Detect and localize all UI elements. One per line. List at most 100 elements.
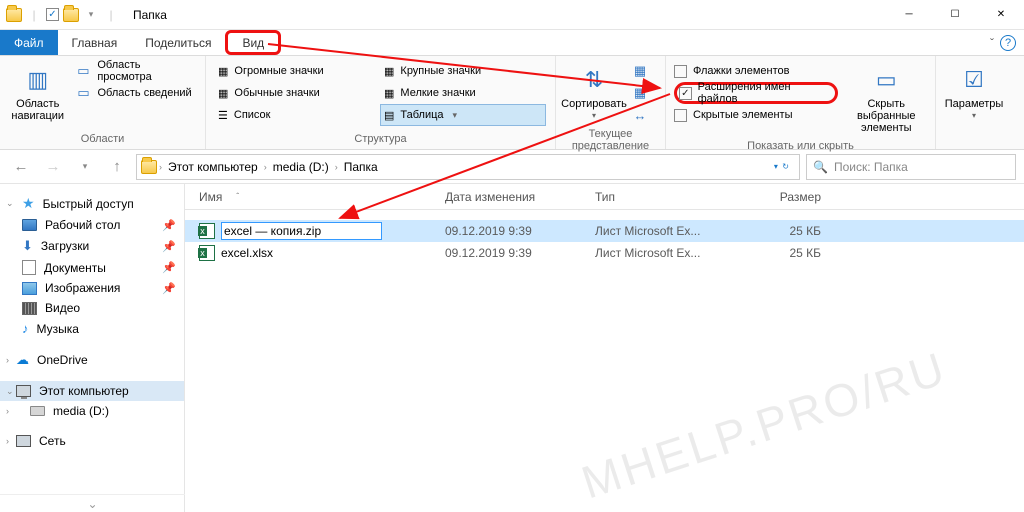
ribbon-tabs: Файл Главная Поделиться Вид ˇ ? [0, 30, 1024, 56]
folder-icon-2 [63, 7, 79, 23]
checkbox-icon [674, 109, 687, 122]
breadcrumb-seg-0[interactable]: Этот компьютер [164, 160, 262, 174]
pc-icon [16, 385, 31, 397]
checkbox-icon[interactable]: ✓ [46, 8, 59, 21]
nav-quick-access[interactable]: ⌄★Быстрый доступ [0, 192, 184, 215]
checkbox-icon [679, 87, 692, 100]
sort-button[interactable]: ⇅ Сортировать ▾ [564, 60, 624, 125]
col-type[interactable]: Тип [595, 190, 745, 204]
breadcrumb[interactable]: › Этот компьютер› media (D:)› Папка ▾ ↻ [136, 154, 800, 180]
quick-access-toolbar: | ✓ ▾ | [0, 7, 125, 23]
pictures-icon [22, 282, 37, 295]
sort-icon: ⇅ [578, 64, 610, 96]
close-button[interactable]: ✕ [978, 0, 1024, 30]
tab-home[interactable]: Главная [58, 30, 132, 55]
navigation-pane: ⌄★Быстрый доступ Рабочий стол📌 ⬇Загрузки… [0, 184, 185, 512]
view-opt-1[interactable]: ▦ [632, 60, 648, 82]
options-icon: ☑ [958, 64, 990, 96]
back-button[interactable]: ← [8, 154, 34, 180]
drive-icon [30, 406, 45, 416]
search-input[interactable]: 🔍 Поиск: Папка [806, 154, 1016, 180]
pin-icon: 📌 [162, 261, 176, 274]
minimize-button[interactable]: ─ [886, 0, 932, 30]
nav-onedrive[interactable]: ›☁OneDrive [0, 349, 184, 371]
nav-pictures[interactable]: Изображения📌 [0, 278, 184, 298]
nav-network[interactable]: ›Сеть [0, 431, 184, 451]
documents-icon [22, 260, 36, 275]
nav-pane-label: Область навигации [11, 98, 64, 122]
window-controls: ─ ☐ ✕ [886, 0, 1024, 30]
nav-desktop[interactable]: Рабочий стол📌 [0, 215, 184, 235]
nav-videos[interactable]: Видео [0, 298, 184, 318]
up-button[interactable]: ↑ [104, 154, 130, 180]
ribbon-group-options: ☑ Параметры ▾ [936, 56, 1016, 149]
breadcrumb-seg-1[interactable]: media (D:) [269, 160, 333, 174]
nav-downloads[interactable]: ⬇Загрузки📌 [0, 235, 184, 257]
breadcrumb-seg-2[interactable]: Папка [340, 160, 382, 174]
preview-pane-button[interactable]: ▭Область просмотра [75, 60, 197, 82]
window-title: Папка [133, 8, 167, 22]
folder-icon [141, 159, 157, 175]
checkboxes-toggle[interactable]: Флажки элементов [674, 60, 838, 82]
checkbox-icon [674, 65, 687, 78]
extensions-toggle[interactable]: Расширения имен файлов [674, 82, 838, 104]
col-name[interactable]: Имяˆ [185, 190, 445, 204]
titlebar: | ✓ ▾ | Папка ─ ☐ ✕ [0, 0, 1024, 30]
nav-pane-button[interactable]: ▥ Область навигации [8, 60, 67, 126]
sort-asc-icon: ˆ [236, 192, 239, 201]
network-icon [16, 435, 31, 447]
col-date[interactable]: Дата изменения [445, 190, 595, 204]
preview-pane-icon: ▭ [75, 63, 91, 79]
ribbon-group-showhide: Флажки элементов Расширения имен файлов … [666, 56, 936, 149]
qat-divider-2: | [103, 7, 119, 23]
ribbon-collapse-icon[interactable]: ˇ [990, 36, 994, 50]
group-label-showhide: Показать или скрыть [674, 138, 927, 154]
hidden-toggle[interactable]: Скрытые элементы [674, 104, 838, 126]
view-opt-2[interactable]: ▦ [632, 82, 648, 104]
desktop-icon [22, 219, 37, 231]
nav-thispc[interactable]: ⌄Этот компьютер [0, 381, 184, 401]
ribbon-group-layout: ▦Огромные значки ▦Крупные значки ▦Обычны… [206, 56, 556, 149]
pin-icon: 📌 [162, 282, 176, 295]
qat-divider: | [26, 7, 42, 23]
star-icon: ★ [22, 195, 35, 212]
ribbon-group-view: ⇅ Сортировать ▾ ▦ ▦ ↔ Текущее представле… [556, 56, 666, 149]
nav-scroll-down[interactable]: ⌄ [0, 494, 185, 512]
content-area: ⌄★Быстрый доступ Рабочий стол📌 ⬇Загрузки… [0, 184, 1024, 512]
hide-icon: ▭ [870, 64, 902, 96]
maximize-button[interactable]: ☐ [932, 0, 978, 30]
layout-huge[interactable]: ▦Огромные значки [214, 60, 380, 82]
layout-list[interactable]: ☰Список [214, 104, 380, 126]
forward-button[interactable]: → [40, 154, 66, 180]
group-label-layout: Структура [214, 131, 547, 147]
videos-icon [22, 302, 37, 315]
hide-selected-button[interactable]: ▭ Скрыть выбранные элементы [846, 60, 927, 138]
layout-small[interactable]: ▦Мелкие значки [380, 82, 546, 104]
refresh-button[interactable]: ▾ ↻ [768, 162, 795, 171]
layout-table[interactable]: ▤Таблица [380, 104, 546, 126]
options-button[interactable]: ☑ Параметры ▾ [944, 60, 1004, 125]
help-icon[interactable]: ? [1000, 35, 1016, 51]
details-pane-icon: ▭ [75, 85, 91, 101]
layout-large[interactable]: ▦Крупные значки [380, 60, 546, 82]
cloud-icon: ☁ [16, 352, 29, 368]
tab-file[interactable]: Файл [0, 30, 58, 55]
qat-dropdown[interactable]: ▾ [83, 7, 99, 23]
rename-input[interactable] [221, 222, 382, 240]
col-size[interactable]: Размер [745, 190, 835, 204]
recent-button[interactable]: ▾ [72, 154, 98, 180]
nav-drive[interactable]: ›media (D:) [0, 401, 184, 421]
downloads-icon: ⬇ [22, 238, 33, 254]
details-pane-button[interactable]: ▭Область сведений [75, 82, 197, 104]
file-row[interactable]: 09.12.2019 9:39 Лист Microsoft Ex... 25 … [185, 220, 1024, 242]
nav-music[interactable]: ♪Музыка [0, 318, 184, 339]
file-row[interactable]: excel.xlsx 09.12.2019 9:39 Лист Microsof… [185, 242, 1024, 264]
layout-normal[interactable]: ▦Обычные значки [214, 82, 380, 104]
nav-documents[interactable]: Документы📌 [0, 257, 184, 278]
file-list: Имяˆ Дата изменения Тип Размер 09.12.201… [185, 184, 1024, 512]
tab-share[interactable]: Поделиться [131, 30, 225, 55]
view-opt-3[interactable]: ↔ [632, 104, 648, 126]
search-icon: 🔍 [813, 160, 828, 174]
pin-icon: 📌 [162, 240, 176, 253]
tab-view[interactable]: Вид [225, 30, 281, 55]
